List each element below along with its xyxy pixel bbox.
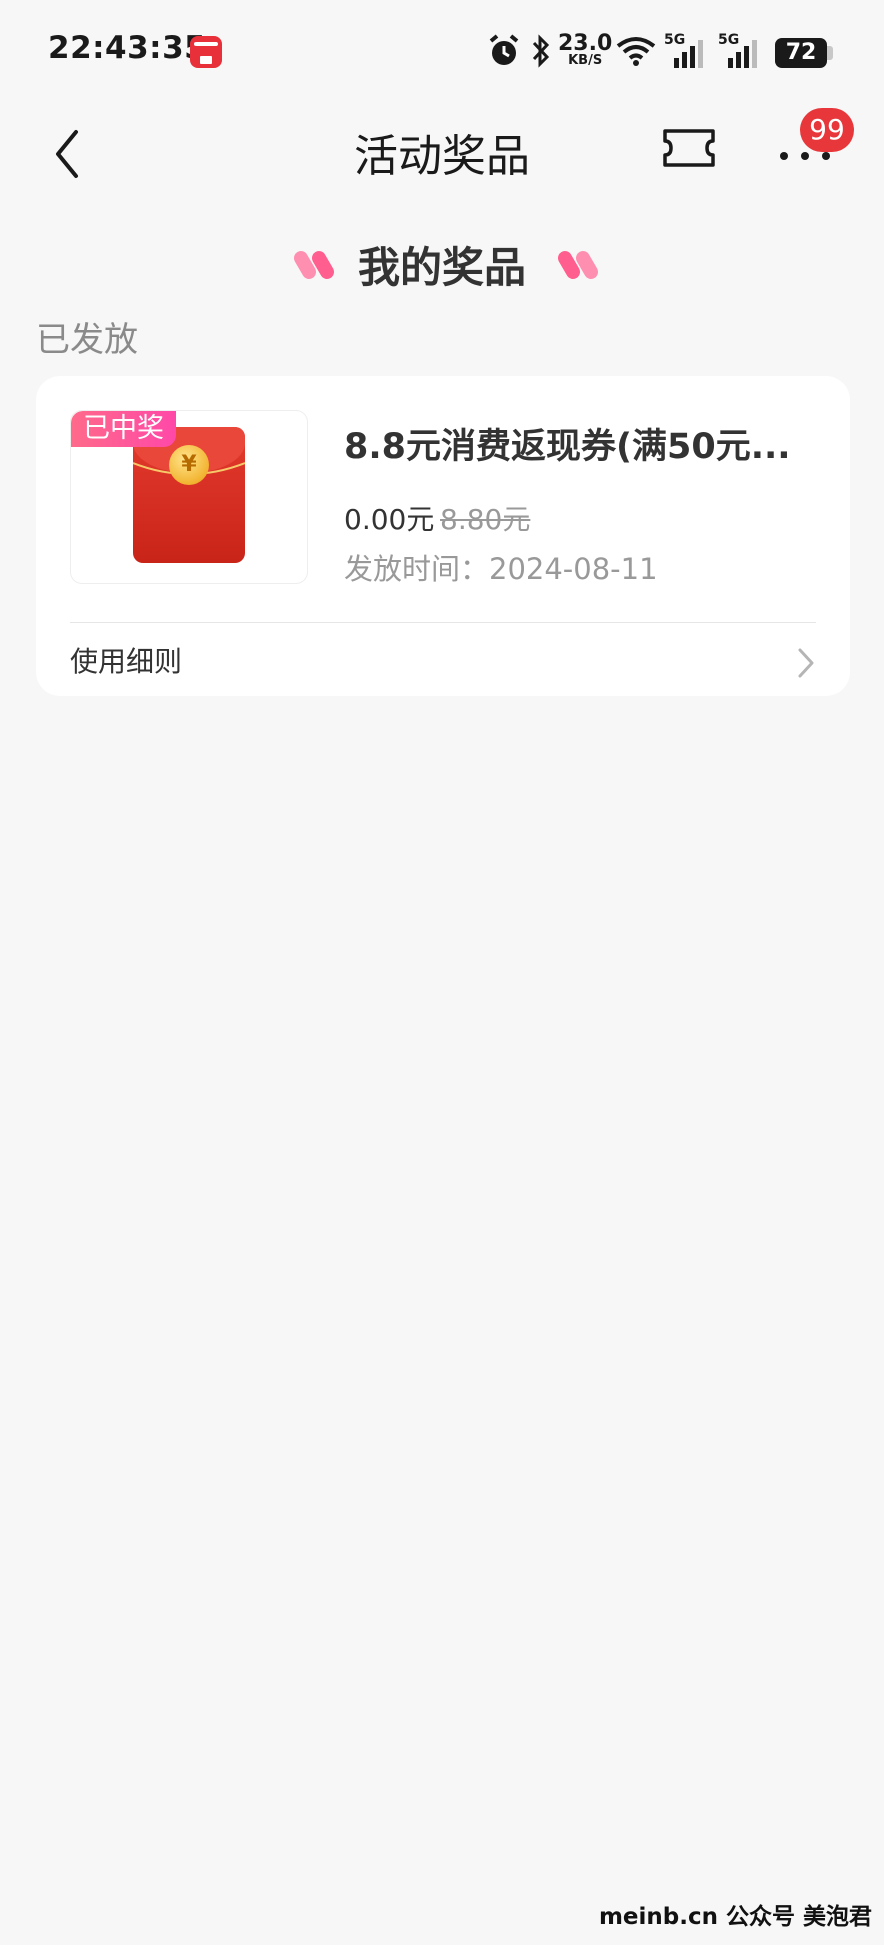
yuan-coin-icon: ¥: [169, 445, 209, 485]
prize-card[interactable]: ¥ 已中奖 8.8元消费返现券(满50元... 0.00元 8.80元 发放时间…: [36, 376, 850, 696]
alarm-icon: [489, 34, 519, 65]
battery-indicator: 72: [775, 38, 827, 68]
bluetooth-icon: [532, 34, 550, 68]
wifi-icon: [616, 37, 656, 66]
prize-price: 0.00元: [344, 503, 435, 536]
prize-title: 8.8元消费返现券(满50元...: [344, 427, 791, 467]
app-notification-icon: [190, 36, 222, 68]
battery-tip: [827, 46, 833, 60]
signal-5g-1: 5G: [664, 32, 708, 68]
won-tag: 已中奖: [71, 411, 176, 447]
usage-rules-label: 使用细则: [70, 645, 183, 678]
signal-bars-icon: [728, 40, 757, 68]
status-label-issued: 已发放: [36, 320, 138, 360]
watermark: meinb.cn 公众号 美泡君: [598, 1904, 872, 1930]
usage-rules-link[interactable]: 使用细则: [70, 640, 816, 688]
ticket-icon[interactable]: [662, 128, 716, 168]
issue-time: 发放时间：2024-08-11: [344, 552, 658, 586]
notification-badge: 99: [800, 108, 854, 152]
section-title: 我的奖品: [357, 243, 526, 292]
signal-5g-2: 5G: [718, 32, 762, 68]
status-time: 22:43:35: [48, 30, 207, 66]
network-speed: 23.0 KB/S: [558, 31, 613, 68]
signal-bars-icon: [674, 40, 703, 68]
card-divider: [70, 622, 816, 623]
prize-thumbnail: ¥ 已中奖: [70, 410, 308, 584]
prize-original-price: 8.80元: [440, 503, 531, 536]
page-title: 活动奖品: [354, 131, 530, 182]
chevron-right-icon: [798, 648, 814, 678]
